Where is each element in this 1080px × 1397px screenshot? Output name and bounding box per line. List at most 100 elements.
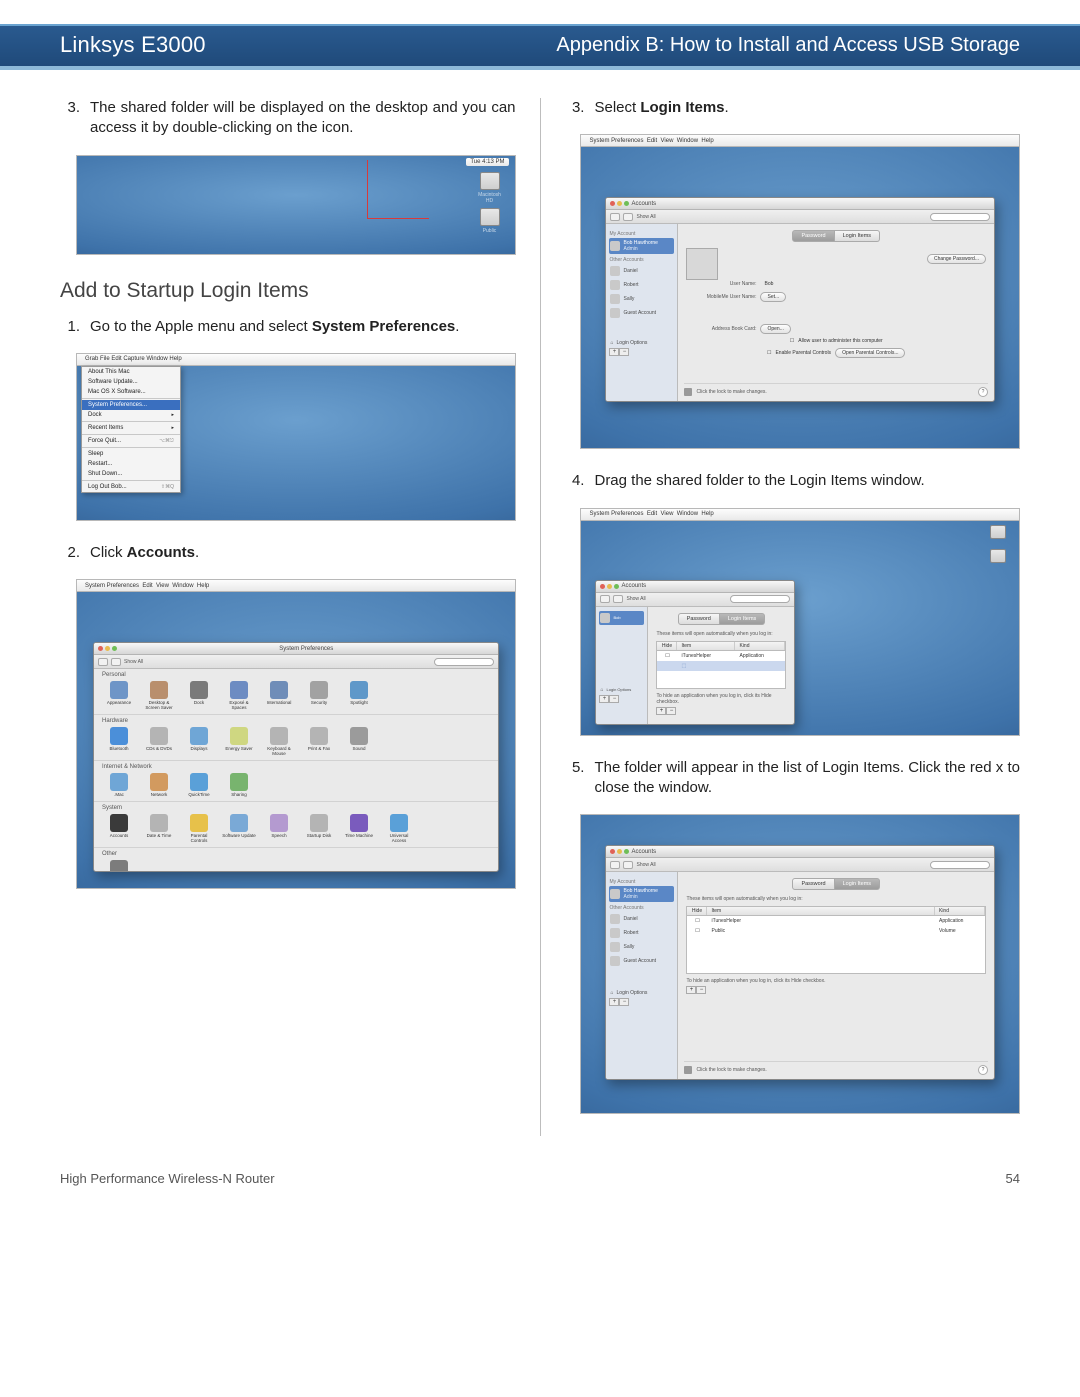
change-password-button[interactable]: Change Password... <box>927 254 986 264</box>
show-all-button[interactable]: Show All <box>124 659 143 665</box>
tab-password[interactable]: Password <box>678 613 720 625</box>
syspref-item[interactable]: Sharing <box>222 773 256 797</box>
folder-icon <box>480 208 500 226</box>
tab-login-items[interactable]: Login Items <box>835 230 880 242</box>
sidebar-item[interactable]: Robert <box>609 278 674 292</box>
back-button[interactable] <box>610 213 620 221</box>
help-button[interactable]: ? <box>978 1065 988 1075</box>
menu-item[interactable]: Software Update... <box>82 377 180 387</box>
menu-item[interactable]: About This Mac <box>82 367 180 377</box>
sidebar-item[interactable]: Robert <box>609 926 674 940</box>
syspref-item[interactable]: Bluetooth <box>102 727 136 756</box>
syspref-item[interactable]: Energy Saver <box>222 727 256 756</box>
sidebar-item[interactable]: Daniel <box>609 264 674 278</box>
login-options[interactable]: ⌂Login Options <box>599 685 644 695</box>
syspref-item[interactable]: QuickTime <box>182 773 216 797</box>
syspref-item[interactable]: Universal Access <box>382 814 416 843</box>
syspref-item[interactable]: Accounts <box>102 814 136 843</box>
tab-login-items[interactable]: Login Items <box>720 613 765 625</box>
syspref-item[interactable]: Dock <box>182 681 216 710</box>
back-button[interactable] <box>610 861 620 869</box>
syspref-item[interactable]: Displays <box>182 727 216 756</box>
traffic-lights[interactable] <box>98 646 117 651</box>
search-input[interactable] <box>434 658 494 666</box>
syspref-item[interactable]: Spotlight <box>342 681 376 710</box>
table-row[interactable]: ☐ iTunesHelper Application <box>657 651 785 661</box>
show-all-button[interactable]: Show All <box>636 214 655 220</box>
sidebar-current-user[interactable]: Bob Hawthorne Admin <box>609 238 674 254</box>
login-options[interactable]: ⌂ Login Options <box>609 338 674 348</box>
search-input[interactable] <box>930 213 990 221</box>
parental-button[interactable]: Open Parental Controls... <box>835 348 905 358</box>
sidebar-item[interactable]: Sally <box>609 292 674 306</box>
menu-sleep[interactable]: Sleep <box>82 449 180 459</box>
syspref-item[interactable]: Software Update <box>222 814 256 843</box>
traffic-lights[interactable] <box>610 849 629 854</box>
menu-force-quit[interactable]: Force Quit...⌥⌘⎋ <box>82 436 180 446</box>
syspref-item[interactable]: Print & Fax <box>302 727 336 756</box>
syspref-icon <box>190 814 208 832</box>
syspref-label: Network <box>142 792 176 797</box>
syspref-item[interactable]: Startup Disk <box>302 814 336 843</box>
lock-icon[interactable] <box>684 388 692 396</box>
traffic-lights[interactable] <box>610 201 629 206</box>
forward-button[interactable] <box>111 658 121 666</box>
tab-login-items[interactable]: Login Items <box>835 878 880 890</box>
back-button[interactable] <box>98 658 108 666</box>
syspref-item[interactable]: Speech <box>262 814 296 843</box>
lock-icon[interactable] <box>684 1066 692 1074</box>
syspref-item[interactable]: Sound <box>342 727 376 756</box>
menu-shutdown[interactable]: Shut Down... <box>82 469 180 479</box>
syspref-item[interactable]: Security <box>302 681 336 710</box>
syspref-item[interactable]: Time Machine <box>342 814 376 843</box>
help-button[interactable]: ? <box>978 387 988 397</box>
value-username[interactable]: Bob <box>760 280 810 288</box>
tab-password[interactable]: Password <box>792 230 834 242</box>
forward-button[interactable] <box>613 595 623 603</box>
show-all-button[interactable]: Show All <box>626 596 645 602</box>
sidebar-item[interactable]: Daniel <box>609 912 674 926</box>
login-options[interactable]: ⌂Login Options <box>609 988 674 998</box>
tab-password[interactable]: Password <box>792 878 834 890</box>
user-avatar[interactable] <box>686 248 718 280</box>
table-row[interactable]: ☐iTunesHelperApplication <box>687 916 985 926</box>
sidebar-item[interactable]: Guest Account <box>609 954 674 968</box>
syspref-item[interactable]: Appearance <box>102 681 136 710</box>
menu-system-preferences[interactable]: System Preferences... <box>82 400 180 410</box>
sidebar-item[interactable]: Sally <box>609 940 674 954</box>
show-all-button[interactable]: Show All <box>636 862 655 868</box>
syspref-item[interactable]: Keyboard & Mouse <box>262 727 296 756</box>
window-titlebar: Accounts <box>606 846 994 858</box>
syspref-item[interactable]: Version Cue CS3 <box>102 860 136 872</box>
forward-button[interactable] <box>623 861 633 869</box>
table-row-drop[interactable]: ⬚ <box>657 661 785 671</box>
checkbox-icon[interactable]: ☐ <box>767 350 771 356</box>
menu-logout[interactable]: Log Out Bob...⇧⌘Q <box>82 482 180 492</box>
syspref-item[interactable]: Date & Time <box>142 814 176 843</box>
traffic-lights[interactable] <box>600 584 619 589</box>
step-4: 4. Drag the shared folder to the Login I… <box>564 471 1020 491</box>
addressbook-button[interactable]: Open... <box>760 324 790 334</box>
syspref-item[interactable]: Network <box>142 773 176 797</box>
syspref-item[interactable]: Parental Controls <box>182 814 216 843</box>
sidebar-current-user[interactable]: Bob <box>599 611 644 625</box>
syspref-item[interactable]: International <box>262 681 296 710</box>
search-input[interactable] <box>730 595 790 603</box>
sidebar-current-user[interactable]: Bob HawthorneAdmin <box>609 886 674 902</box>
back-button[interactable] <box>600 595 610 603</box>
menu-recent[interactable]: Recent Items▸ <box>82 423 180 433</box>
syspref-item[interactable]: Desktop & Screen Saver <box>142 681 176 710</box>
menu-dock[interactable]: Dock▸ <box>82 410 180 420</box>
syspref-item[interactable]: Exposé & Spaces <box>222 681 256 710</box>
mobileme-button[interactable]: Set... <box>760 292 786 302</box>
search-input[interactable] <box>930 861 990 869</box>
menu-restart[interactable]: Restart... <box>82 459 180 469</box>
forward-button[interactable] <box>623 213 633 221</box>
add-remove-buttons[interactable]: +− <box>609 348 674 356</box>
syspref-item[interactable]: .Mac <box>102 773 136 797</box>
menu-item[interactable]: Mac OS X Software... <box>82 387 180 397</box>
sidebar-item[interactable]: Guest Account <box>609 306 674 320</box>
checkbox-icon[interactable]: ☐ <box>790 338 794 344</box>
table-row[interactable]: ☐PublicVolume <box>687 926 985 936</box>
syspref-item[interactable]: CDs & DVDs <box>142 727 176 756</box>
